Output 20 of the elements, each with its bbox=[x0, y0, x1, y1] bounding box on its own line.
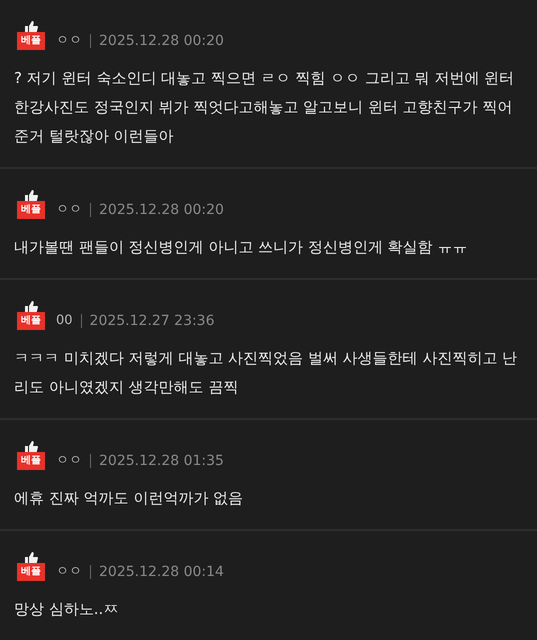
best-badge: 베플 bbox=[17, 563, 45, 581]
best-badge: 베플 bbox=[17, 312, 45, 330]
author-name: ㅇㅇ bbox=[56, 452, 82, 470]
comment-date: 2025.12.28 00:20 bbox=[99, 32, 224, 50]
author-name: ㅇㅇ bbox=[56, 563, 82, 581]
comment-text: 에휴 진짜 억까도 이런억까가 없음 bbox=[14, 488, 244, 509]
author-name: 00 bbox=[56, 312, 73, 330]
comment-text: ㅋㅋㅋ 미치겠다 저렇게 대놓고 사진찍었음 벌써 사생들한테 사진찍히고 난리도 아니였겠지 생각만해도 끔찍 bbox=[14, 348, 518, 398]
comment-date: 2025.12.27 23:36 bbox=[90, 312, 215, 330]
best-badge: 베플 bbox=[17, 452, 45, 470]
best-badge: 베플 bbox=[17, 32, 45, 50]
author-name: ㅇㅇ bbox=[56, 201, 82, 219]
author-name: ㅇㅇ bbox=[56, 32, 82, 50]
comment-text: 내가볼땐 팬들이 정신병인게 아니고 쓰니가 정신병인게 확실함 ㅠㅠ bbox=[14, 237, 468, 258]
comment-date: 2025.12.28 00:14 bbox=[99, 563, 224, 581]
comment-text: 망상 심하노..ㅉ bbox=[14, 599, 120, 620]
comment-text: ? 저기 윈터 숙소인디 대놓고 찍으면 ㄹㅇ 찍힘 ㅇㅇ 그리고 뭐 저번에 윈터 한강사진도 정국인지 뷔가 찍엇다고해놓고 알고보니 윈터 고향친구가 찍어준거 털랏잖아 이런들아 bbox=[14, 68, 516, 147]
comment-date: 2025.12.28 00:20 bbox=[99, 201, 224, 219]
best-badge: 베플 bbox=[17, 201, 45, 219]
comment-date: 2025.12.28 01:35 bbox=[99, 452, 224, 470]
